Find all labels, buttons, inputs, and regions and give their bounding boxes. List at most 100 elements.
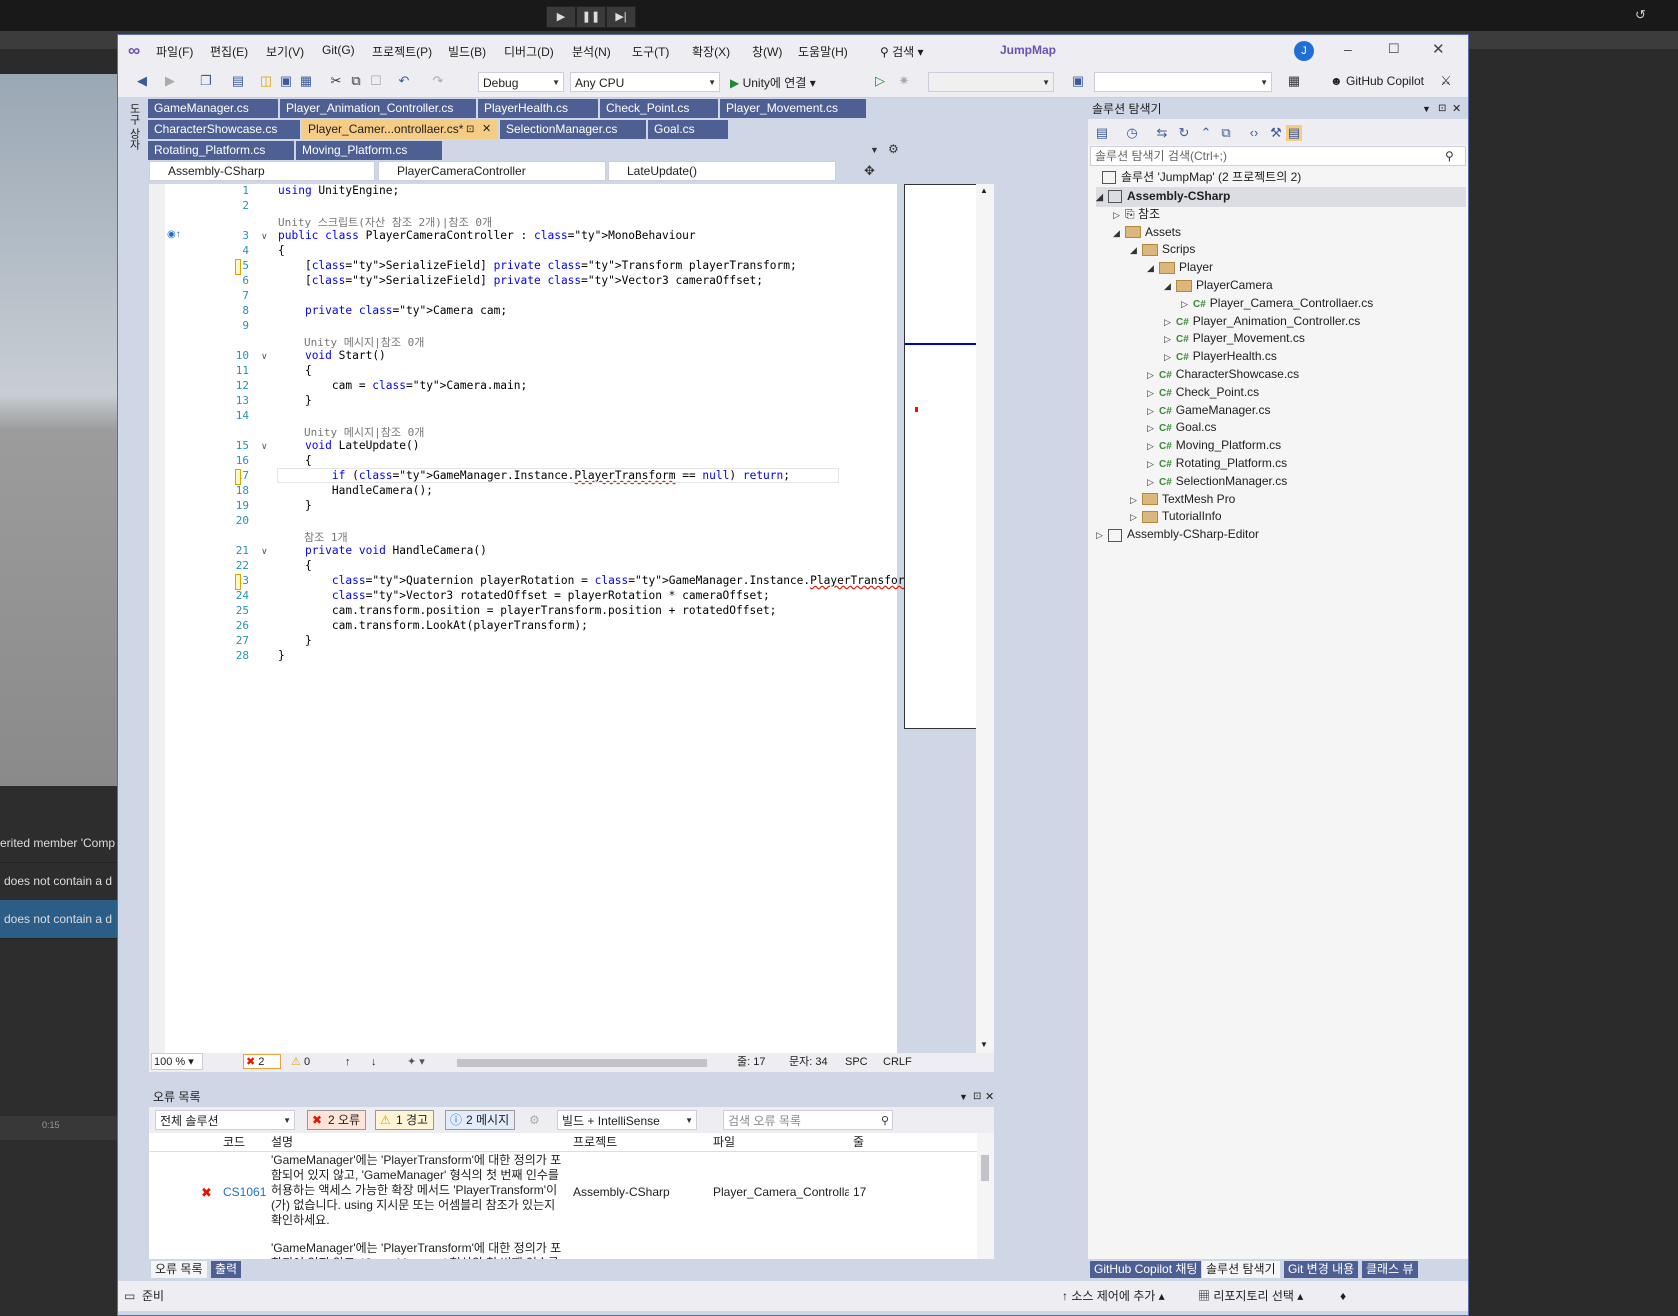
- col-line[interactable]: 줄: [853, 1133, 864, 1151]
- copy-icon[interactable]: ⧉: [348, 73, 364, 89]
- error-code-link[interactable]: CS1061: [223, 1185, 266, 1199]
- scroll-up-icon[interactable]: ▲: [980, 186, 988, 195]
- notifications-bell-icon[interactable]: ♦: [1340, 1281, 1346, 1311]
- history-icon[interactable]: ↺: [1635, 7, 1646, 23]
- solution-search-input[interactable]: 솔루션 탐색기 검색(Ctrl+;) ⚲: [1090, 146, 1466, 166]
- sync-icon[interactable]: ⇆: [1154, 125, 1170, 141]
- code-line[interactable]: [class="ty">SerializeField] private clas…: [278, 259, 797, 272]
- codelens-annotation[interactable]: Unity 메시지|참조 0개: [304, 334, 424, 350]
- next-error-icon[interactable]: ↓: [371, 1053, 377, 1072]
- github-copilot-button[interactable]: ☻ GitHub Copilot: [1330, 74, 1424, 88]
- code-line[interactable]: }: [278, 634, 312, 647]
- show-all-files-icon[interactable]: ⧉: [1218, 125, 1234, 141]
- tab-player-animation[interactable]: Player_Animation_Controller.cs: [280, 99, 476, 118]
- save-icon[interactable]: ▣: [278, 73, 294, 89]
- code-line[interactable]: using UnityEngine;: [278, 184, 399, 197]
- attach-unity-button[interactable]: ▶ Unity에 연결 ▾: [730, 74, 816, 91]
- code-line[interactable]: }: [278, 649, 285, 662]
- messages-filter-button[interactable]: ⓘ 2 메시지: [445, 1110, 516, 1130]
- menu-git[interactable]: Git(G): [322, 43, 355, 57]
- expanded-arrow-icon[interactable]: ◢: [1147, 259, 1159, 278]
- menu-debug[interactable]: 디버그(D): [504, 43, 554, 60]
- whitespace-mode[interactable]: SPC: [845, 1053, 868, 1072]
- minimize-icon[interactable]: –: [1344, 41, 1352, 57]
- errors-filter-button[interactable]: ✖ 2 오류: [307, 1110, 367, 1130]
- console-message[interactable]: erited member 'Comp: [0, 824, 117, 863]
- project-nav-dropdown[interactable]: Assembly-CSharp: [149, 161, 375, 181]
- code-line[interactable]: }: [278, 499, 312, 512]
- maximize-icon[interactable]: ☐: [1388, 41, 1400, 57]
- feedback-icon[interactable]: ⚔: [1438, 73, 1454, 89]
- codelens-annotation[interactable]: 참조 1개: [304, 529, 348, 545]
- editor-vertical-scrollbar[interactable]: ▲ ▼: [976, 184, 994, 1054]
- panel-pin-icon[interactable]: ⊡: [973, 1087, 981, 1107]
- codelens-annotation[interactable]: Unity 메시지|참조 0개: [304, 424, 424, 440]
- menu-edit[interactable]: 편집(E): [210, 43, 248, 60]
- view-code-icon[interactable]: ‹›: [1246, 125, 1262, 141]
- panel-close-icon[interactable]: ✕: [985, 1087, 994, 1107]
- config-dropdown[interactable]: Debug ▼: [478, 72, 564, 92]
- properties-icon[interactable]: ⚒: [1268, 125, 1284, 141]
- expanded-arrow-icon[interactable]: ◢: [1130, 241, 1142, 260]
- code-line[interactable]: {: [278, 454, 312, 467]
- code-editor[interactable]: ◉↑ 1 using UnityEngine; 2 Unity 스크립트(자산 참조 …: [149, 184, 979, 1054]
- console-message-selected[interactable]: does not contain a d: [0, 900, 121, 939]
- error-search-input[interactable]: 검색 오류 목록 ⚲: [723, 1110, 893, 1130]
- tab-solution-explorer[interactable]: 솔루션 탐색기: [1202, 1261, 1280, 1278]
- col-project[interactable]: 프로젝트: [573, 1133, 617, 1151]
- expanded-arrow-icon[interactable]: ◢: [1113, 224, 1125, 243]
- zoom-dropdown[interactable]: 100 % ▾: [151, 1053, 203, 1070]
- code-line[interactable]: cam = class="ty">Camera.main;: [278, 379, 527, 392]
- collapse-all-icon[interactable]: ⌃: [1198, 125, 1214, 141]
- split-editor-icon[interactable]: ✥: [864, 163, 875, 179]
- close-icon[interactable]: ✕: [1432, 40, 1445, 58]
- code-line[interactable]: {: [278, 364, 312, 377]
- refresh-icon[interactable]: ↻: [1176, 125, 1192, 141]
- tab-overflow-icon[interactable]: ▼: [870, 145, 879, 155]
- member-nav-dropdown[interactable]: LateUpdate(): [608, 161, 836, 181]
- tab-playerhealth[interactable]: PlayerHealth.cs: [478, 99, 598, 118]
- platform-dropdown[interactable]: Any CPU ▼: [570, 72, 720, 92]
- menu-project[interactable]: 프로젝트(P): [372, 43, 432, 60]
- code-line[interactable]: HandleCamera();: [278, 484, 433, 497]
- tab-selectionmanager[interactable]: SelectionManager.cs: [500, 120, 646, 139]
- collapsed-arrow-icon[interactable]: ▷: [1096, 526, 1108, 545]
- fold-toggle-icon[interactable]: ∨: [261, 351, 268, 362]
- debug-target-dropdown[interactable]: ▼: [928, 72, 1054, 92]
- toolbox-tab[interactable]: 도구 상자: [126, 103, 140, 150]
- code-minimap[interactable]: [904, 184, 978, 729]
- codelens-annotation[interactable]: Unity 스크립트(자산 참조 2개)|참조 0개: [278, 214, 492, 230]
- pending-changes-icon[interactable]: ◷: [1124, 125, 1140, 141]
- menu-file[interactable]: 파일(F): [156, 43, 193, 60]
- panel-pin-icon[interactable]: ⊡: [1438, 99, 1446, 119]
- scroll-thumb[interactable]: [981, 1155, 989, 1181]
- hot-reload-icon[interactable]: ✷: [896, 73, 912, 89]
- expanded-arrow-icon[interactable]: ◢: [1096, 188, 1108, 207]
- layout-icon[interactable]: ▦: [1286, 73, 1302, 89]
- forward-icon[interactable]: ▶: [162, 73, 178, 89]
- tab-git-changes[interactable]: Git 변경 내용: [1284, 1261, 1359, 1278]
- tab-charactershowcase[interactable]: CharacterShowcase.cs: [148, 120, 300, 139]
- code-line[interactable]: {: [278, 244, 285, 257]
- code-line[interactable]: {: [278, 559, 312, 572]
- add-source-control-button[interactable]: ↑ 소스 제어에 추가 ▴: [1062, 1281, 1165, 1311]
- prev-error-icon[interactable]: ↑: [345, 1053, 351, 1072]
- error-count-badge[interactable]: ✖ 2: [243, 1054, 281, 1069]
- step-icon[interactable]: ▶|: [606, 6, 636, 28]
- redo-icon[interactable]: ↷: [430, 73, 446, 89]
- tab-player-camera-controller[interactable]: Player_Camer...ontrollaer.cs* ⊡ ✕: [302, 120, 498, 139]
- tab-rotating-platform[interactable]: Rotating_Platform.cs: [148, 141, 294, 160]
- settings-gear-icon[interactable]: ⚙: [888, 142, 899, 156]
- source-dropdown[interactable]: 빌드 + IntelliSense ▼: [557, 1110, 697, 1130]
- new-project-icon[interactable]: ❐: [198, 73, 214, 89]
- error-list-scrollbar[interactable]: [977, 1133, 994, 1259]
- scroll-down-icon[interactable]: ▼: [980, 1040, 988, 1049]
- scope-dropdown[interactable]: 전체 솔루션 ▼: [155, 1110, 295, 1130]
- menu-view[interactable]: 보기(V): [266, 43, 304, 60]
- code-line[interactable]: void LateUpdate(): [278, 439, 420, 452]
- paste-icon[interactable]: ☐: [368, 73, 384, 89]
- code-line[interactable]: private class="ty">Camera cam;: [278, 304, 507, 317]
- back-icon[interactable]: ◀: [134, 73, 150, 89]
- code-line[interactable]: }: [278, 394, 312, 407]
- menu-analyze[interactable]: 분석(N): [572, 43, 611, 60]
